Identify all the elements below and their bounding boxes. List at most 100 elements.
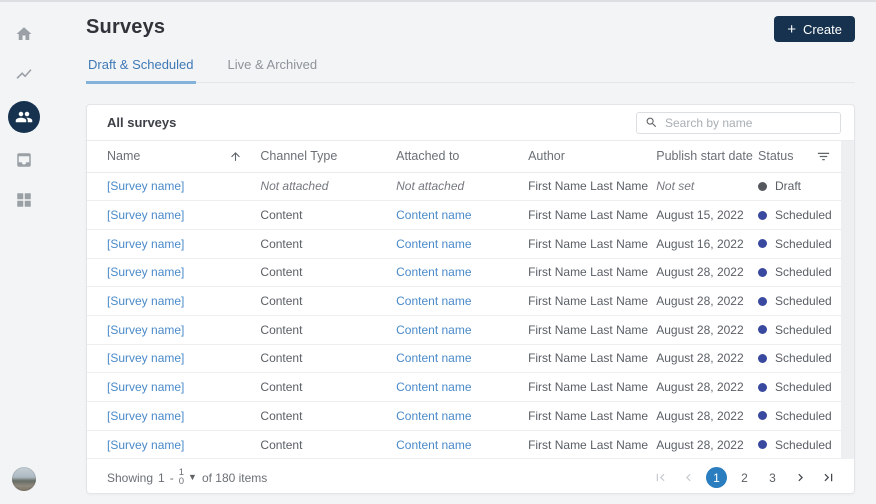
page-button-2[interactable]: 2 [734,467,755,488]
window-top-edge [0,0,876,2]
showing-summary: Showing 1 - 1 0 ▼ of 180 items [107,469,267,486]
first-page-button[interactable] [650,467,671,488]
grid-icon[interactable] [14,190,34,210]
next-page-button[interactable] [790,467,811,488]
status-badge: Scheduled [758,265,837,279]
table-header-row: Name Channel Type Attached to Author Pub… [87,141,841,172]
channel-type-value: Content [260,438,302,452]
survey-name-link[interactable]: [Survey name] [107,323,184,337]
table-row: [Survey name] Content Content name First… [87,287,841,316]
status-label: Draft [775,179,801,193]
page-size-dropdown[interactable]: 1 0 ▼ [179,469,197,486]
survey-name-link[interactable]: [Survey name] [107,409,184,423]
page-title: Surveys [86,16,165,39]
status-dot [758,268,767,277]
author-value: First Name Last Name [528,438,648,452]
attached-to-value[interactable]: Content name [396,294,471,308]
author-value: First Name Last Name [528,351,648,365]
plus-icon: + [787,22,796,37]
status-badge: Scheduled [758,351,837,365]
status-dot [758,383,767,392]
survey-name-link[interactable]: [Survey name] [107,237,184,251]
home-icon[interactable] [14,24,34,44]
survey-name-link[interactable]: [Survey name] [107,208,184,222]
publish-start-date-value: August 28, 2022 [656,380,743,394]
attached-to-value[interactable]: Content name [396,351,471,365]
channel-type-value: Content [260,265,302,279]
chevron-down-icon: ▼ [188,472,197,482]
channel-type-value: Not attached [260,179,328,193]
survey-name-link[interactable]: [Survey name] [107,265,184,279]
attached-to-value[interactable]: Content name [396,323,471,337]
page-button-1[interactable]: 1 [706,467,727,488]
table-row: [Survey name] Content Content name First… [87,402,841,431]
status-dot [758,297,767,306]
publish-start-date-value: August 28, 2022 [656,409,743,423]
people-icon[interactable] [8,101,40,133]
channel-type-value: Content [260,409,302,423]
tab-live-archived[interactable]: Live & Archived [226,57,320,84]
user-avatar[interactable] [12,467,36,491]
pagination: 1 2 3 [650,467,839,488]
survey-name-link[interactable]: [Survey name] [107,438,184,452]
create-button[interactable]: + Create [774,16,855,42]
table-row: [Survey name] Content Content name First… [87,258,841,287]
author-value: First Name Last Name [528,237,648,251]
publish-start-date-value: August 28, 2022 [656,294,743,308]
attached-to-value[interactable]: Content name [396,409,471,423]
table-row: [Survey name] Not attached Not attached … [87,172,841,201]
status-dot [758,182,767,191]
tab-draft-scheduled[interactable]: Draft & Scheduled [86,57,196,84]
status-label: Scheduled [775,208,832,222]
column-header-author: Author [528,141,656,172]
attached-to-value[interactable]: Content name [396,438,471,452]
author-value: First Name Last Name [528,208,648,222]
previous-page-button[interactable] [678,467,699,488]
table-row: [Survey name] Content Content name First… [87,344,841,373]
page-header: Surveys + Create [86,16,855,46]
status-dot [758,211,767,220]
status-badge: Draft [758,179,837,193]
status-label: Scheduled [775,265,832,279]
filter-icon[interactable] [816,149,831,164]
survey-name-link[interactable]: [Survey name] [107,179,184,193]
analytics-icon[interactable] [14,64,34,84]
attached-to-value[interactable]: Content name [396,237,471,251]
status-label: Scheduled [775,237,832,251]
survey-name-link[interactable]: [Survey name] [107,351,184,365]
author-value: First Name Last Name [528,409,648,423]
archive-icon[interactable] [14,150,34,170]
publish-start-date-value: August 16, 2022 [656,237,743,251]
attached-to-value[interactable]: Content name [396,380,471,394]
last-page-button[interactable] [818,467,839,488]
survey-name-link[interactable]: [Survey name] [107,380,184,394]
attached-to-value[interactable]: Content name [396,265,471,279]
channel-type-value: Content [260,351,302,365]
panel-footer: Showing 1 - 1 0 ▼ of 180 items [87,459,854,496]
page-button-3[interactable]: 3 [762,467,783,488]
search-input[interactable] [665,116,832,130]
column-header-status: Status [758,141,841,172]
author-value: First Name Last Name [528,265,648,279]
create-button-label: Create [803,22,842,37]
publish-start-date-value: Not set [656,179,694,193]
author-value: First Name Last Name [528,380,648,394]
status-badge: Scheduled [758,409,837,423]
status-label: Scheduled [775,323,832,337]
attached-to-value: Not attached [396,179,464,193]
table-scroll-gutter[interactable] [841,141,854,459]
channel-type-value: Content [260,294,302,308]
channel-type-value: Content [260,208,302,222]
author-value: First Name Last Name [528,179,648,193]
panel-header: All surveys [87,105,854,141]
publish-start-date-value: August 15, 2022 [656,208,743,222]
channel-type-value: Content [260,237,302,251]
publish-start-date-value: August 28, 2022 [656,265,743,279]
status-dot [758,239,767,248]
survey-name-link[interactable]: [Survey name] [107,294,184,308]
main-content: Surveys + Create Draft & Scheduled Live … [86,16,855,494]
status-dot [758,354,767,363]
attached-to-value[interactable]: Content name [396,208,471,222]
sort-ascending-icon[interactable] [229,150,242,163]
status-dot [758,411,767,420]
